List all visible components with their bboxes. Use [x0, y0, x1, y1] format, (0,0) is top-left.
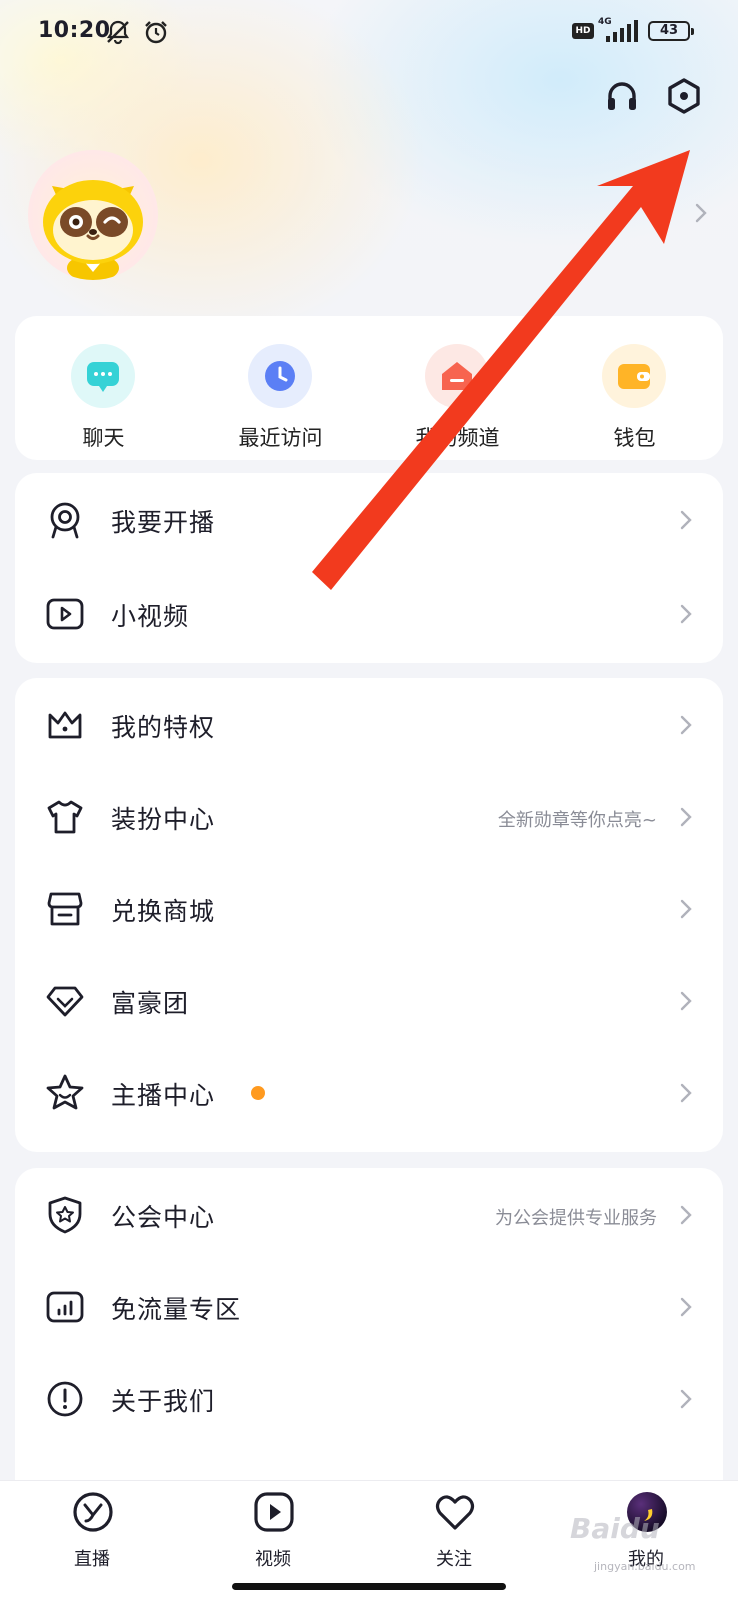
bell-muted-icon [106, 20, 130, 45]
quick-action-recent[interactable]: 最近访问 [192, 316, 369, 460]
menu-item-hint: 全新勋章等你点亮~ [497, 810, 657, 831]
status-time: 10:20 [38, 18, 111, 43]
menu-item-start-live[interactable]: 我要开播 [15, 473, 723, 567]
chevron-right-icon [680, 1083, 692, 1103]
star-icon [46, 1074, 84, 1110]
info-exclaim-icon [47, 1381, 83, 1417]
chevron-right-icon [680, 1389, 692, 1409]
store-icon [47, 892, 83, 926]
menu-item-rich-club[interactable]: 富豪团 [15, 954, 723, 1048]
menu-item-exchange-store[interactable]: 兑换商城 [15, 862, 723, 956]
profile-chevron-right-icon[interactable] [694, 202, 708, 224]
menu-item-about-us[interactable]: 关于我们 [15, 1352, 723, 1446]
menu-item-label: 关于我们 [111, 1387, 216, 1416]
menu-item-hint: 为公会提供专业服务 [495, 1208, 657, 1229]
hd-badge: HD [572, 23, 594, 39]
avatar[interactable] [28, 150, 158, 280]
settings-hexagon-icon [668, 78, 700, 114]
chevron-right-icon [680, 715, 692, 735]
quick-action-label: 聊天 [82, 426, 125, 450]
heart-icon [435, 1495, 475, 1530]
tab-label: 直播 [74, 1549, 110, 1570]
chevron-right-icon [680, 991, 692, 1011]
tshirt-icon [47, 800, 83, 834]
watermark-logo: Baidu [570, 1512, 660, 1545]
quick-action-label: 钱包 [613, 426, 656, 450]
menu-item-label: 我要开播 [111, 508, 216, 537]
chevron-right-icon [680, 510, 692, 530]
camera-broadcast-icon [50, 502, 80, 539]
live-logo-icon [73, 1492, 113, 1532]
tab-live[interactable]: 直播 [0, 1481, 184, 1581]
wallet-icon [602, 344, 666, 408]
video-play-icon [46, 598, 84, 630]
menu-group-broadcast: 我要开播 小视频 [15, 473, 723, 663]
headset-button[interactable] [600, 74, 644, 118]
menu-group-features: 我的特权 装扮中心 全新勋章等你点亮~ 兑换商城 富豪团 主播中心 [15, 678, 723, 1152]
menu-item-label: 主播中心 [111, 1081, 216, 1110]
tab-label: 视频 [255, 1549, 291, 1570]
home-indicator [232, 1583, 506, 1590]
menu-item-short-video[interactable]: 小视频 [15, 567, 723, 661]
quick-action-label: 最近访问 [238, 426, 323, 450]
menu-item-label: 小视频 [111, 602, 190, 631]
menu-item-label: 装扮中心 [111, 805, 216, 834]
menu-item-label: 兑换商城 [111, 897, 216, 926]
menu-item-label: 我的特权 [111, 713, 216, 742]
notification-dot [251, 1086, 265, 1100]
menu-item-anchor-center[interactable]: 主播中心 [15, 1046, 723, 1140]
chevron-right-icon [680, 807, 692, 827]
diamond-icon [46, 986, 84, 1017]
chevron-right-icon [680, 1205, 692, 1225]
battery-indicator: 43 [648, 21, 694, 41]
menu-group-more: 公会中心 为公会提供专业服务 免流量专区 关于我们 [15, 1168, 723, 1488]
chat-icon [71, 344, 135, 408]
menu-item-label: 免流量专区 [111, 1295, 242, 1324]
menu-item-guild-center[interactable]: 公会中心 为公会提供专业服务 [15, 1168, 723, 1262]
signal-icon [606, 20, 638, 42]
raccoon-mascot-icon [43, 180, 143, 280]
menu-item-privileges[interactable]: 我的特权 [15, 678, 723, 772]
shield-star-icon [48, 1196, 82, 1234]
settings-button[interactable] [662, 74, 706, 118]
clock-icon [248, 344, 312, 408]
alarm-icon [145, 21, 167, 44]
status-bar: 10:20 HD 4G 43 [0, 0, 738, 64]
quick-action-chat[interactable]: 聊天 [15, 316, 192, 460]
quick-action-channel[interactable]: 我的频道 [369, 316, 546, 460]
video-play-icon [254, 1492, 294, 1532]
watermark-url: jingyan.baidu.com [594, 1560, 696, 1573]
quick-action-wallet[interactable]: 钱包 [546, 316, 723, 460]
chevron-right-icon [680, 1297, 692, 1317]
channel-house-icon [425, 344, 489, 408]
crown-icon [48, 711, 82, 739]
chevron-right-icon [680, 899, 692, 919]
menu-item-dress-up[interactable]: 装扮中心 全新勋章等你点亮~ [15, 770, 723, 864]
data-chart-icon [46, 1291, 84, 1323]
menu-item-label: 富豪团 [111, 989, 190, 1018]
menu-item-free-data[interactable]: 免流量专区 [15, 1260, 723, 1354]
tab-video[interactable]: 视频 [181, 1481, 365, 1581]
tab-follow[interactable]: 关注 [362, 1481, 546, 1581]
headset-icon [608, 82, 636, 110]
menu-item-label: 公会中心 [111, 1203, 216, 1232]
tab-label: 关注 [436, 1549, 472, 1570]
quick-actions-card: 聊天 最近访问 我的频道 钱包 [15, 316, 723, 460]
quick-action-label: 我的频道 [415, 426, 500, 450]
chevron-right-icon [680, 604, 692, 624]
